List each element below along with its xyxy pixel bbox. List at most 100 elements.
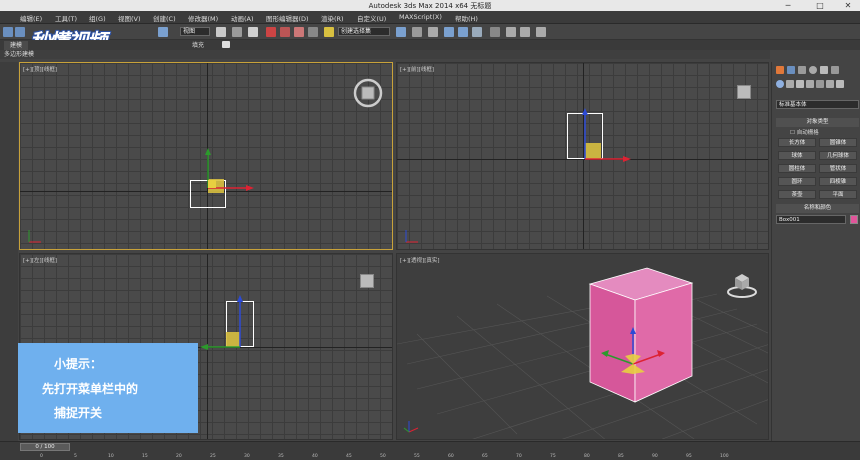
modify-tab-icon[interactable] [787, 66, 795, 74]
unlink-icon[interactable] [15, 27, 25, 37]
viewport-top-label[interactable]: [+][顶][线框] [23, 65, 57, 73]
viewcube-icon[interactable] [360, 274, 374, 288]
mirror-icon[interactable] [396, 27, 406, 37]
rollout-name-color[interactable]: 名称和颜色 [776, 204, 859, 213]
curve-editor-icon[interactable] [458, 27, 468, 37]
systems-icon[interactable] [836, 80, 844, 88]
command-panel: 标准基本体 对象类型 ☐ 自动栅格 长方体 圆锥体 球体 几何球体 圆柱体 管状… [771, 62, 860, 442]
menu-modifiers[interactable]: 修改器(M) [188, 13, 218, 23]
transform-gizmo-icon[interactable] [577, 103, 637, 163]
schematic-view-icon[interactable] [472, 27, 482, 37]
display-tab-icon[interactable] [820, 66, 828, 74]
render-teapot-icon[interactable] [536, 27, 546, 37]
hierarchy-tab-icon[interactable] [798, 66, 806, 74]
rendered-frame-icon[interactable] [520, 27, 530, 37]
reference-coordinate-select[interactable]: 视图 [180, 27, 210, 36]
tube-button[interactable]: 管状体 [819, 164, 857, 173]
create-tab-icon[interactable] [776, 66, 784, 74]
motion-tab-icon[interactable] [809, 66, 817, 74]
torus-button[interactable]: 圆环 [778, 177, 816, 186]
viewport-perspective[interactable]: [+][透视][真实] [396, 253, 769, 440]
menu-views[interactable]: 视图(V) [118, 13, 141, 23]
menu-edit[interactable]: 编辑(E) [20, 13, 42, 23]
link-icon[interactable] [3, 27, 13, 37]
viewcube-icon[interactable] [737, 85, 751, 99]
menu-maxscript[interactable]: MAXScript(X) [399, 13, 442, 21]
tick-label: 35 [278, 454, 284, 459]
menu-tools[interactable]: 工具(T) [55, 13, 77, 23]
viewcube-ring-icon[interactable] [352, 77, 384, 109]
geosphere-button[interactable]: 几何球体 [819, 151, 857, 160]
cone-button[interactable]: 圆锥体 [819, 138, 857, 147]
tip-box: 小提示： 先打开菜单栏中的 捕捉开关 [18, 343, 198, 433]
teapot-button[interactable]: 茶壶 [778, 190, 816, 199]
graphite-icon[interactable] [444, 27, 454, 37]
tick-label: 25 [210, 454, 216, 459]
spinner-snap-icon[interactable] [308, 27, 318, 37]
transform-gizmo-icon[interactable] [593, 326, 673, 376]
viewport-front[interactable]: [+][前][线框] [396, 62, 769, 250]
menu-graph-editors[interactable]: 图形编辑器(D) [266, 13, 309, 23]
object-color-swatch[interactable] [850, 215, 858, 224]
edit-named-sets-icon[interactable] [324, 27, 334, 37]
minimize-button[interactable]: ─ [778, 0, 798, 11]
close-button[interactable]: ✕ [838, 0, 858, 11]
viewport-left-label[interactable]: [+][左][线框] [23, 256, 57, 264]
select-object-icon[interactable] [158, 27, 168, 37]
rollout-object-type[interactable]: 对象类型 [776, 118, 859, 127]
autogrid-label: 自动栅格 [796, 130, 819, 136]
helpers-icon[interactable] [816, 80, 824, 88]
viewport-front-label[interactable]: [+][前][线框] [400, 65, 434, 73]
pyramid-button[interactable]: 四棱锥 [819, 177, 857, 186]
ribbon-tab-modeling[interactable]: 建模 [4, 41, 29, 50]
transform-gizmo-icon[interactable] [200, 143, 260, 203]
material-editor-icon[interactable] [490, 27, 500, 37]
menu-help[interactable]: 帮助(H) [455, 13, 478, 23]
menu-animation[interactable]: 动画(A) [231, 13, 254, 23]
utilities-tab-icon[interactable] [831, 66, 839, 74]
transform-gizmo-icon[interactable] [200, 292, 260, 352]
tick-label: 15 [142, 454, 148, 459]
align-icon[interactable] [412, 27, 422, 37]
move-icon[interactable] [232, 27, 242, 37]
lights-icon[interactable] [796, 80, 804, 88]
tip-title: 小提示： [54, 357, 103, 371]
cameras-icon[interactable] [806, 80, 814, 88]
object-name-field[interactable]: Box001 [776, 215, 846, 224]
menu-customize[interactable]: 自定义(U) [357, 13, 386, 23]
pivot-icon[interactable] [216, 27, 226, 37]
percent-snap-icon[interactable] [294, 27, 304, 37]
ribbon-tab-populate[interactable]: 填充 [186, 41, 210, 50]
tick-label: 45 [346, 454, 352, 459]
named-selection-select[interactable]: 创建选择集 [338, 27, 390, 36]
tick-label: 0 [40, 454, 43, 459]
ribbon-sub-label: 多边形建模 [0, 50, 770, 59]
tick-label: 95 [686, 454, 692, 459]
tick-label: 80 [584, 454, 590, 459]
autogrid-checkbox[interactable]: ☐ 自动栅格 [790, 128, 819, 136]
time-slider[interactable]: 0 / 100 [20, 443, 70, 451]
viewcube-ring-icon[interactable] [725, 268, 759, 302]
spacewarps-icon[interactable] [826, 80, 834, 88]
menu-group[interactable]: 组(G) [89, 13, 106, 23]
maximize-button[interactable]: □ [810, 0, 830, 11]
timeline[interactable]: 0 / 100 0 5 10 15 20 25 30 35 40 45 50 5… [0, 441, 860, 460]
render-setup-icon[interactable] [506, 27, 516, 37]
shapes-icon[interactable] [786, 80, 794, 88]
layer-manager-icon[interactable] [428, 27, 438, 37]
box-button[interactable]: 长方体 [778, 138, 816, 147]
tick-label: 60 [448, 454, 454, 459]
cylinder-button[interactable]: 圆柱体 [778, 164, 816, 173]
rotate-icon[interactable] [248, 27, 258, 37]
plane-button[interactable]: 平面 [819, 190, 857, 199]
snap-toggle-icon[interactable] [266, 27, 276, 37]
sphere-button[interactable]: 球体 [778, 151, 816, 160]
ribbon-options-icon[interactable] [222, 41, 230, 48]
viewport-top[interactable]: [+][顶][线框] [19, 62, 393, 250]
angle-snap-icon[interactable] [280, 27, 290, 37]
menu-create[interactable]: 创建(C) [153, 13, 176, 23]
menu-rendering[interactable]: 渲染(R) [321, 13, 344, 23]
object-category-select[interactable]: 标准基本体 [776, 100, 859, 109]
tick-label: 90 [652, 454, 658, 459]
geometry-icon[interactable] [776, 80, 784, 88]
